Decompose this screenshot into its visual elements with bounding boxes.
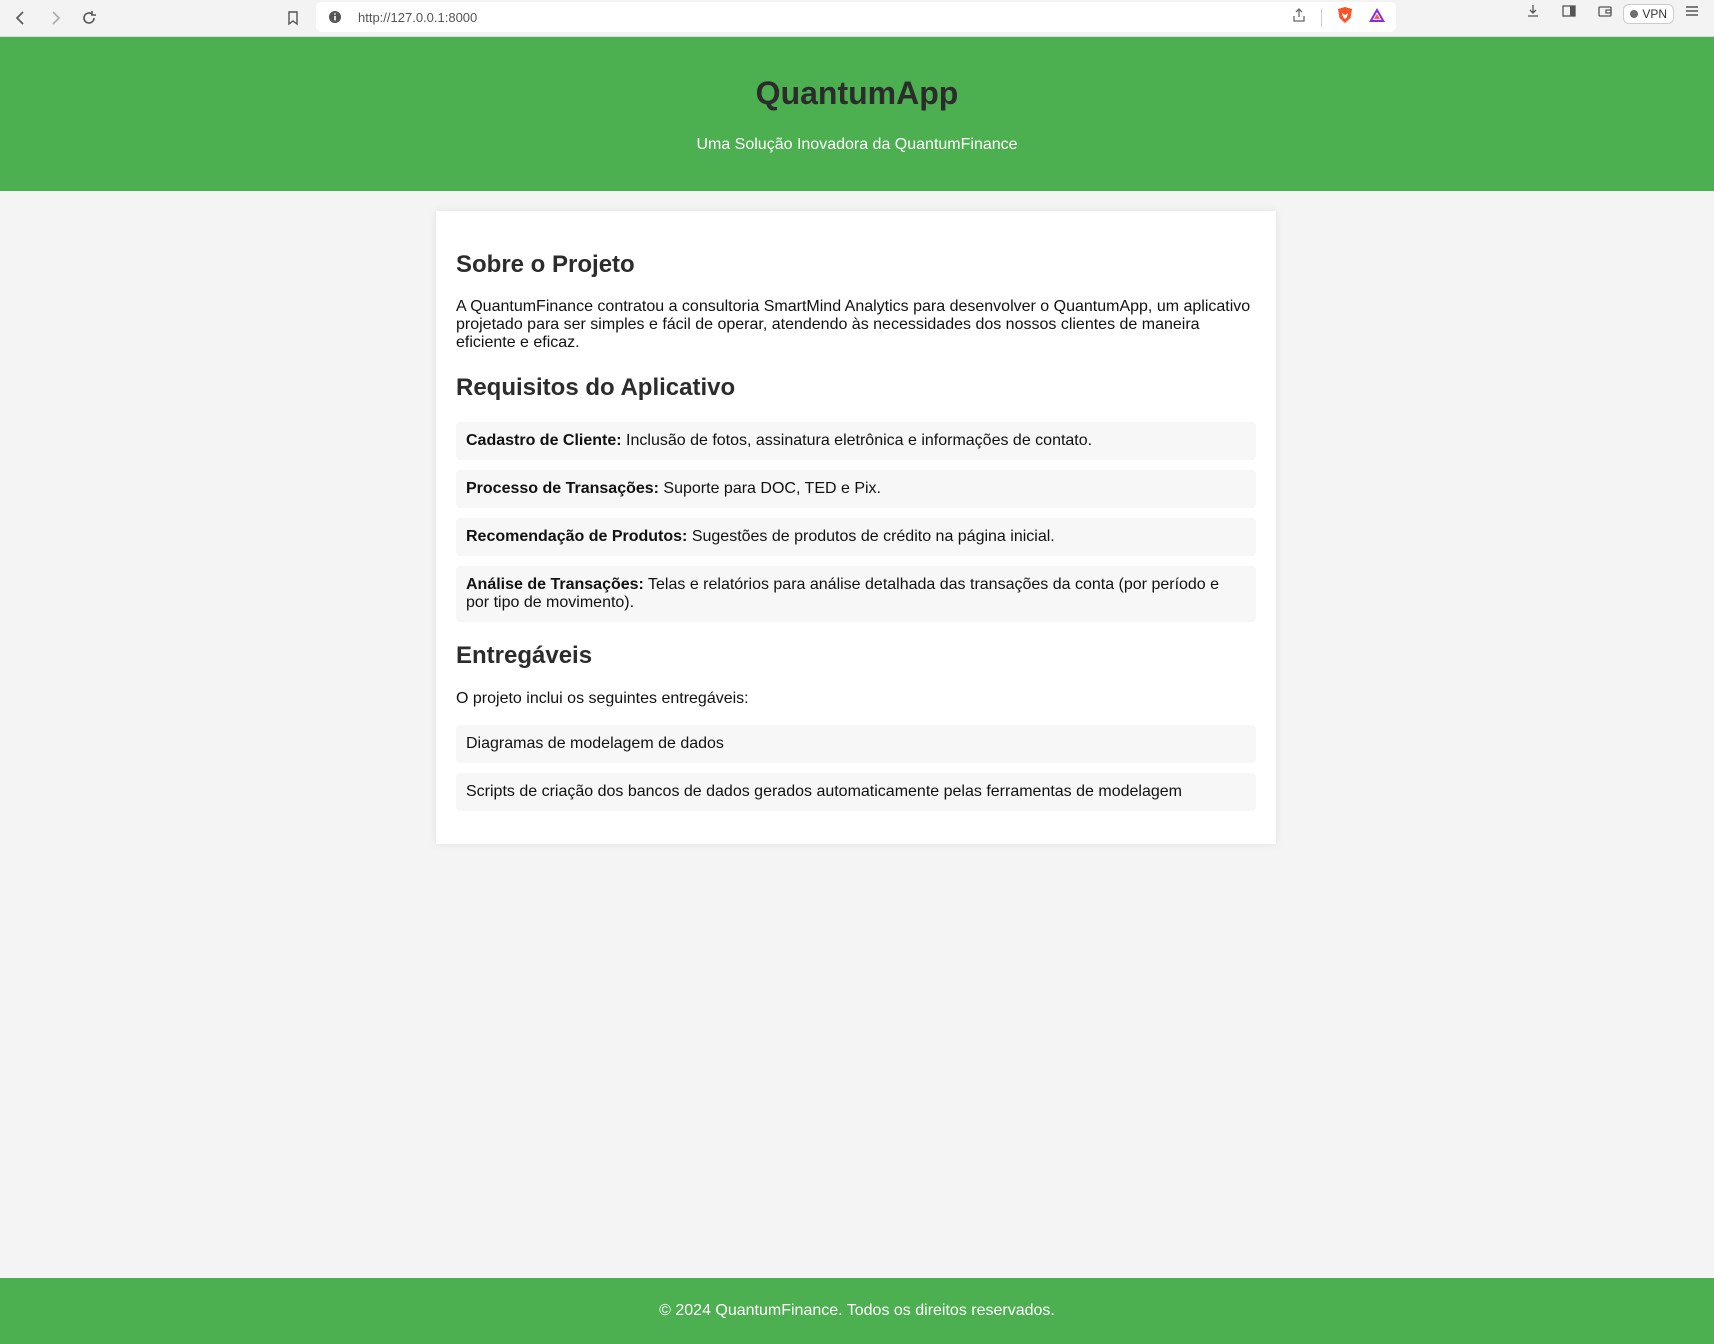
page-title: QuantumApp (755, 75, 959, 111)
share-icon[interactable] (1291, 7, 1307, 28)
requirement-label: Cadastro de Cliente: (466, 432, 622, 449)
page-subtitle: Uma Solução Inovadora da QuantumFinance (696, 136, 1018, 153)
url-text: http://127.0.0.1:8000 (358, 9, 478, 25)
deliverable-item: Diagramas de modelagem de dados (456, 725, 1256, 763)
deliverables-list: Diagramas de modelagem de dados Scripts … (456, 725, 1256, 811)
requirement-label: Processo de Transações: (466, 480, 659, 497)
vpn-status-icon (1630, 9, 1639, 18)
sidebar-icon[interactable] (1561, 3, 1577, 24)
deliverables-intro: O projeto inclui os seguintes entregávei… (456, 690, 749, 707)
requirement-text: Suporte para DOC, TED e Pix. (658, 480, 881, 497)
requirement-text: Sugestões de produtos de crédito na pági… (687, 528, 1055, 545)
vpn-label: VPN (1642, 6, 1667, 21)
separator (1321, 8, 1322, 27)
footer-text: © 2024 QuantumFinance. Todos os direitos… (659, 1302, 1055, 1319)
requirement-text: Inclusão de fotos, assinatura eletrônica… (621, 432, 1093, 449)
reload-icon[interactable] (72, 3, 106, 33)
requirement-item: Processo de Transações: Suporte para DOC… (456, 470, 1256, 508)
page-header: QuantumApp Uma Solução Inovadora da Quan… (0, 37, 1714, 191)
page-footer: © 2024 QuantumFinance. Todos os direitos… (0, 1278, 1714, 1344)
menu-icon[interactable] (1684, 3, 1700, 24)
browser-toolbar: http://127.0.0.1:8000 VPN (0, 0, 1714, 37)
requirement-item: Cadastro de Cliente: Inclusão de fotos, … (456, 422, 1256, 460)
back-icon[interactable] (4, 3, 38, 33)
wallet-icon[interactable] (1597, 3, 1613, 24)
requirement-item: Análise de Transações: Telas e relatório… (456, 566, 1256, 622)
brave-rewards-icon[interactable] (1368, 6, 1386, 29)
site-info-icon[interactable] (320, 10, 350, 24)
address-bar[interactable]: http://127.0.0.1:8000 (316, 2, 1396, 32)
requirement-label: Recomendação de Produtos: (466, 528, 688, 545)
deliverables-heading: Entregáveis (456, 642, 593, 669)
requirements-heading: Requisitos do Aplicativo (456, 374, 736, 401)
download-icon[interactable] (1525, 3, 1541, 24)
brave-shield-icon[interactable] (1336, 6, 1354, 29)
requirement-item: Recomendação de Produtos: Sugestões de p… (456, 518, 1256, 556)
about-text: A QuantumFinance contratou a consultoria… (456, 298, 1251, 351)
vpn-button[interactable]: VPN (1623, 3, 1674, 24)
deliverable-item: Scripts de criação dos bancos de dados g… (456, 773, 1256, 811)
content-card: Sobre o Projeto A QuantumFinance contrat… (436, 211, 1276, 844)
requirement-label: Análise de Transações: (466, 576, 644, 593)
forward-icon[interactable] (38, 3, 72, 33)
bookmark-icon[interactable] (276, 3, 310, 33)
requirements-list: Cadastro de Cliente: Inclusão de fotos, … (456, 422, 1256, 622)
about-heading: Sobre o Projeto (456, 251, 635, 278)
